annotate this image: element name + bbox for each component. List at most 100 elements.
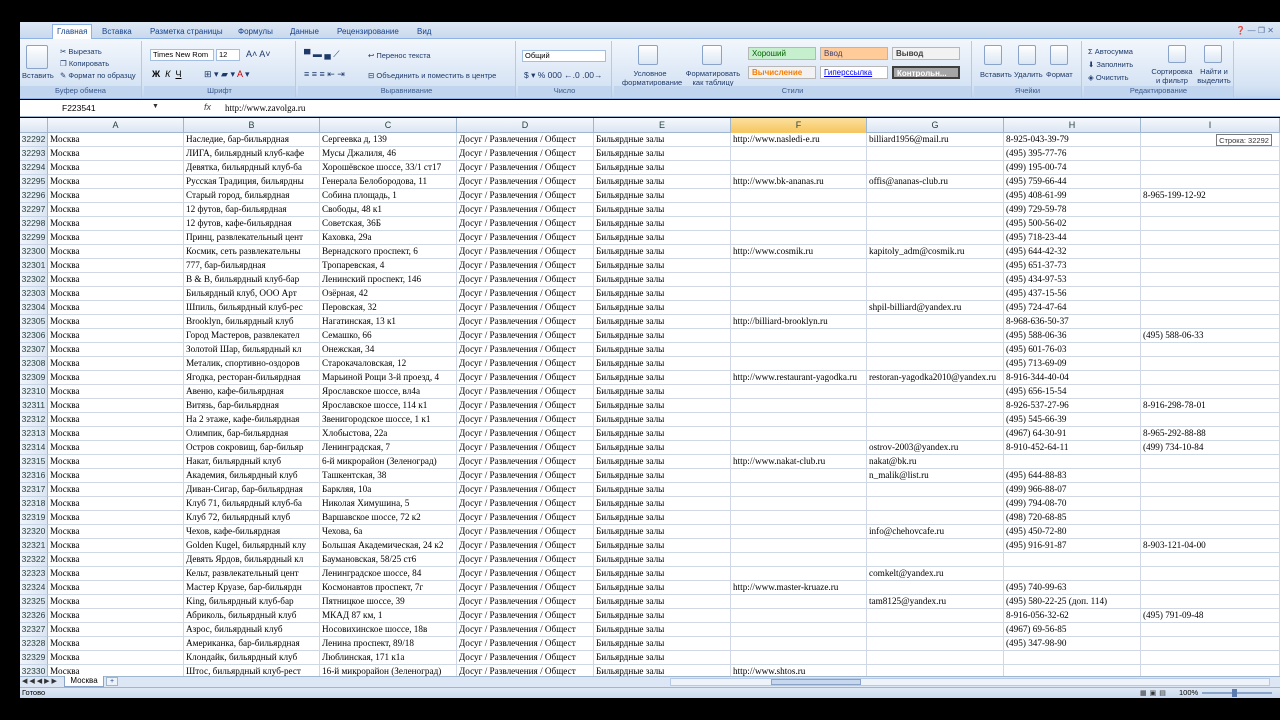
row-header[interactable]: 32315 (20, 455, 48, 469)
cell-i[interactable] (1141, 413, 1280, 427)
cell-c[interactable]: Генерала Белобородова, 11 (320, 175, 457, 189)
cell-e[interactable]: Бильярдные залы (594, 595, 731, 609)
row-header[interactable]: 32320 (20, 525, 48, 539)
cell-c[interactable]: Ленинский проспект, 146 (320, 273, 457, 287)
cell-d[interactable]: Досуг / Развлечения / Общест (457, 427, 594, 441)
row-header[interactable]: 32300 (20, 245, 48, 259)
cell-b[interactable]: Бильярдный клуб, ООО Арт (184, 287, 320, 301)
row-header[interactable]: 32316 (20, 469, 48, 483)
cell-b[interactable]: Старый город, бильярдная (184, 189, 320, 203)
cell-f[interactable] (731, 343, 867, 357)
column-header-i[interactable]: I (1141, 118, 1280, 133)
cell-f[interactable] (731, 399, 867, 413)
cell-f[interactable]: http://www.nakat-club.ru (731, 455, 867, 469)
font-name-select[interactable]: Times New Rom (150, 49, 214, 61)
cell-a[interactable]: Москва (48, 287, 184, 301)
cell-e[interactable]: Бильярдные залы (594, 189, 731, 203)
conditional-format-button[interactable]: Условное форматирование (622, 69, 682, 87)
cell-h[interactable]: (499) 729-59-78 (1004, 203, 1141, 217)
cell-g[interactable]: n_malik@list.ru (867, 469, 1004, 483)
cell-e[interactable]: Бильярдные залы (594, 231, 731, 245)
column-header-d[interactable]: D (457, 118, 594, 133)
cell-h[interactable]: (495) 437-15-56 (1004, 287, 1141, 301)
cell-f[interactable] (731, 217, 867, 231)
cell-g[interactable]: nakat@bk.ru (867, 455, 1004, 469)
select-all-corner[interactable] (20, 118, 48, 133)
cell-c[interactable]: Ленинградская, 7 (320, 441, 457, 455)
cell-e[interactable]: Бильярдные залы (594, 259, 731, 273)
cell-d[interactable]: Досуг / Развлечения / Общест (457, 483, 594, 497)
row-header[interactable]: 32319 (20, 511, 48, 525)
row-header[interactable]: 32308 (20, 357, 48, 371)
cell-a[interactable]: Москва (48, 665, 184, 676)
cell-a[interactable]: Москва (48, 217, 184, 231)
cell-a[interactable]: Москва (48, 133, 184, 147)
cell-i[interactable]: 8-916-298-78-01 (1141, 399, 1280, 413)
cell-c[interactable]: Большая Академическая, 24 к2 (320, 539, 457, 553)
cell-a[interactable]: Москва (48, 553, 184, 567)
wrap-text-button[interactable]: ↩ Перенос текста (368, 51, 431, 60)
cell-h[interactable]: (495) 347-98-90 (1004, 637, 1141, 651)
cell-h[interactable]: (495) 395-77-76 (1004, 147, 1141, 161)
cell-d[interactable]: Досуг / Развлечения / Общест (457, 441, 594, 455)
cell-h[interactable]: (495) 450-72-80 (1004, 525, 1141, 539)
cell-g[interactable]: info@chehovcafe.ru (867, 525, 1004, 539)
cell-g[interactable] (867, 581, 1004, 595)
cell-c[interactable]: Перовская, 32 (320, 301, 457, 315)
cut-button[interactable]: ✂ Вырезать (60, 47, 102, 56)
cell-b[interactable]: Накат, бильярдный клуб (184, 455, 320, 469)
cell-a[interactable]: Москва (48, 329, 184, 343)
cell-h[interactable]: 8-910-452-64-11 (1004, 441, 1141, 455)
cell-b[interactable]: Мастер Круазе, бар-бильярдн (184, 581, 320, 595)
cell-c[interactable]: МКАД 87 км, 1 (320, 609, 457, 623)
zoom-slider[interactable] (1202, 692, 1272, 694)
row-header[interactable]: 32304 (20, 301, 48, 315)
cell-c[interactable]: Нагатинская, 13 к1 (320, 315, 457, 329)
cell-a[interactable]: Москва (48, 427, 184, 441)
cell-i[interactable] (1141, 371, 1280, 385)
cell-g[interactable] (867, 231, 1004, 245)
cell-b[interactable]: На 2 этаже, кафе-бильярдная (184, 413, 320, 427)
cell-g[interactable]: restoran-yagodka2010@yandex.ru (867, 371, 1004, 385)
cell-g[interactable] (867, 651, 1004, 665)
cell-a[interactable]: Москва (48, 581, 184, 595)
cell-d[interactable]: Досуг / Развлечения / Общест (457, 287, 594, 301)
cell-g[interactable] (867, 217, 1004, 231)
cell-d[interactable]: Досуг / Развлечения / Общест (457, 399, 594, 413)
cell-f[interactable]: http://www.shtos.ru (731, 665, 867, 676)
cell-e[interactable]: Бильярдные залы (594, 511, 731, 525)
paste-icon[interactable] (26, 45, 48, 69)
cell-b[interactable]: Золотой Шар, бильярдный кл (184, 343, 320, 357)
find-select-button[interactable]: Найти и выделить (1194, 67, 1234, 85)
cell-i[interactable]: 8-903-121-04-00 (1141, 539, 1280, 553)
cell-e[interactable]: Бильярдные залы (594, 217, 731, 231)
delete-cells-icon[interactable] (1018, 45, 1036, 65)
row-header[interactable]: 32297 (20, 203, 48, 217)
cell-h[interactable]: 8-916-056-32-62 (1004, 609, 1141, 623)
tab-home[interactable]: Главная (52, 24, 93, 39)
cell-h[interactable]: (495) 656-15-54 (1004, 385, 1141, 399)
cell-d[interactable]: Досуг / Развлечения / Общест (457, 329, 594, 343)
cell-h[interactable]: (499) 966-88-07 (1004, 483, 1141, 497)
cell-b[interactable]: Абриколь, бильярдный клуб (184, 609, 320, 623)
cell-a[interactable]: Москва (48, 371, 184, 385)
autosum-button[interactable]: Σ Автосумма (1088, 47, 1133, 56)
sort-filter-button[interactable]: Сортировка и фильтр (1150, 67, 1194, 85)
cell-i[interactable] (1141, 273, 1280, 287)
cell-g[interactable]: comkelt@yandex.ru (867, 567, 1004, 581)
cell-d[interactable]: Досуг / Развлечения / Общест (457, 581, 594, 595)
cell-i[interactable] (1141, 357, 1280, 371)
cell-a[interactable]: Москва (48, 441, 184, 455)
cell-e[interactable]: Бильярдные залы (594, 609, 731, 623)
cell-d[interactable]: Досуг / Развлечения / Общест (457, 371, 594, 385)
cell-h[interactable]: (495) 724-47-64 (1004, 301, 1141, 315)
number-format-select[interactable]: Общий (522, 50, 606, 62)
row-header[interactable]: 32309 (20, 371, 48, 385)
column-header-g[interactable]: G (867, 118, 1004, 133)
row-header[interactable]: 32299 (20, 231, 48, 245)
cell-d[interactable]: Досуг / Развлечения / Общест (457, 203, 594, 217)
cell-a[interactable]: Москва (48, 399, 184, 413)
cell-h[interactable]: (499) 195-00-74 (1004, 161, 1141, 175)
delete-cells-button[interactable]: Удалить (1014, 70, 1043, 79)
cell-e[interactable]: Бильярдные залы (594, 329, 731, 343)
